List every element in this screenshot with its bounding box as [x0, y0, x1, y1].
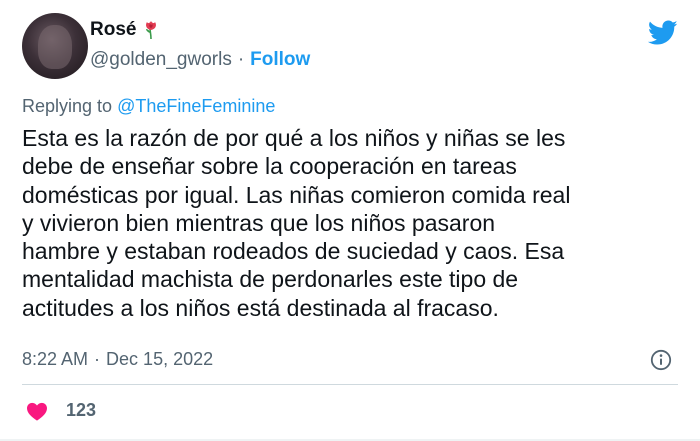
follow-button[interactable]: Follow: [250, 49, 310, 71]
likes-row: 123: [26, 400, 96, 421]
tweet-text: Esta es la razón de por qué a los niños …: [22, 124, 692, 322]
author-name-row: Rosé: [90, 19, 160, 41]
tweet-text-line: domésticas por igual. Las niñas comieron…: [22, 181, 571, 208]
handle-row: @golden_gworls · Follow: [90, 49, 310, 71]
timestamp[interactable]: 8:22 AM · Dec 15, 2022: [22, 349, 213, 370]
tweet-text-line: actitudes a los niños está destinada al …: [22, 294, 499, 321]
avatar[interactable]: [22, 13, 88, 79]
user-handle[interactable]: @golden_gworls: [90, 49, 232, 71]
twitter-logo-icon[interactable]: [648, 20, 678, 46]
info-icon[interactable]: [650, 349, 672, 371]
replying-to: Replying to @TheFineFeminine: [22, 96, 275, 117]
display-name[interactable]: Rosé: [90, 19, 136, 41]
separator-dot: ·: [237, 49, 245, 70]
heart-icon[interactable]: [26, 401, 48, 421]
tweet-text-line: debe de enseñar sobre la cooperación en …: [22, 153, 517, 180]
divider: [22, 384, 678, 385]
reply-mention-link[interactable]: @TheFineFeminine: [117, 96, 275, 116]
replying-prefix: Replying to: [22, 96, 118, 116]
timestamp-separator: ·: [94, 349, 101, 369]
like-count[interactable]: 123: [66, 400, 96, 421]
tweet-text-line: mentalidad machista de perdonarles este …: [22, 266, 519, 293]
tweet-time: 8:22 AM: [22, 349, 89, 369]
tweet-text-line: Esta es la razón de por qué a los niños …: [22, 125, 566, 151]
tweet-date: Dec 15, 2022: [106, 349, 214, 369]
rose-icon: [146, 21, 157, 40]
tweet-card: Rosé @golden_gworls · Follow Replying to…: [0, 0, 700, 441]
tweet-text-line: y vivieron bien mientras que los niños p…: [22, 209, 496, 236]
tweet-text-line: hambre y estaban rodeados de suciedad y …: [22, 238, 565, 265]
